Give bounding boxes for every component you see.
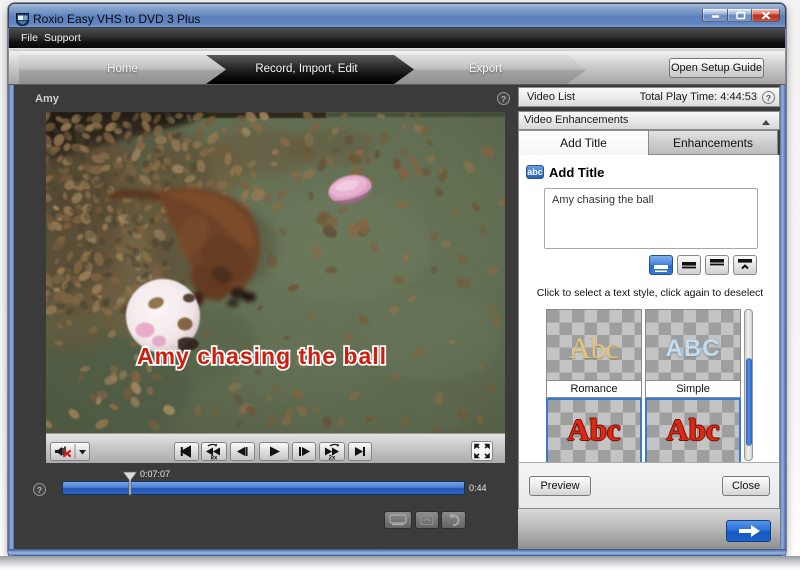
svg-text:2x: 2x	[329, 456, 336, 461]
svg-text:8x: 8x	[211, 456, 218, 461]
svg-text:Amy chasing the ball: Amy chasing the ball	[137, 343, 387, 369]
